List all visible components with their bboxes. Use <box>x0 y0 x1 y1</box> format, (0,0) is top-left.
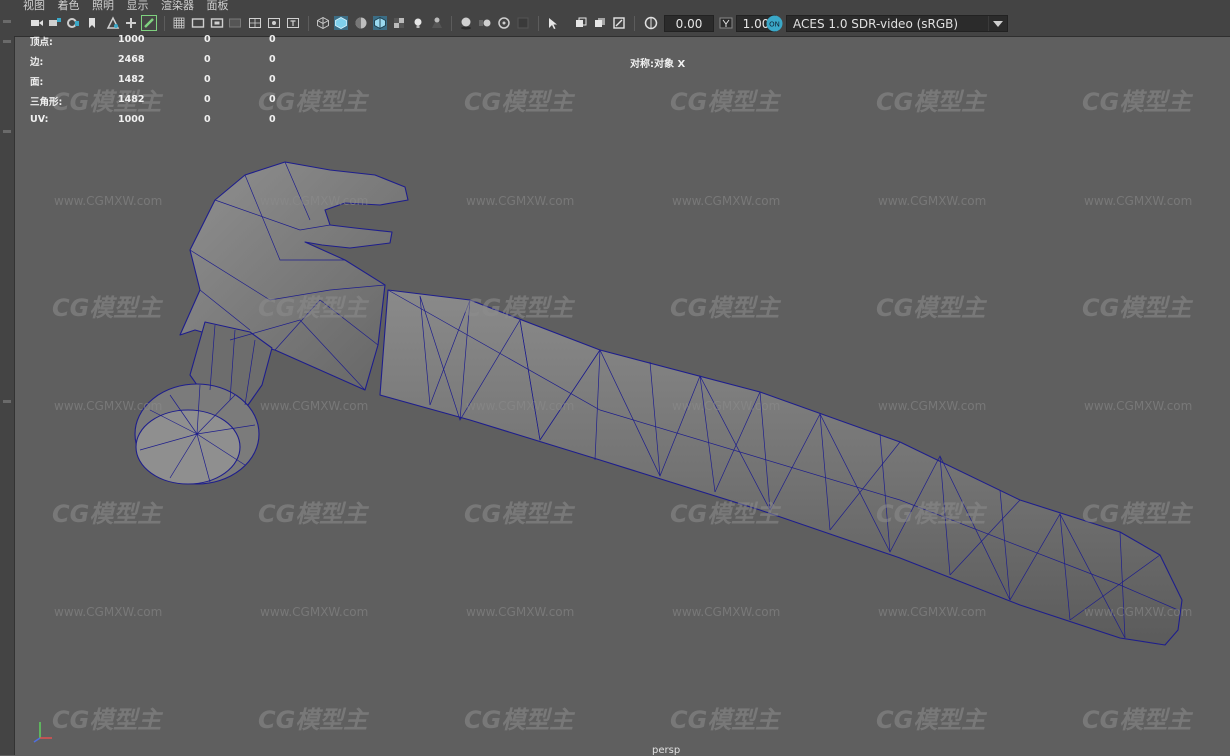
menu-shading[interactable]: 着色 <box>58 0 80 12</box>
menu-show[interactable]: 显示 <box>127 0 149 12</box>
menu-panels[interactable]: 面板 <box>207 0 229 12</box>
hud-label: 三角形: <box>30 97 63 108</box>
film-gate-icon[interactable] <box>191 16 205 30</box>
hud-value: 0 <box>204 34 211 45</box>
toolbar-separator <box>634 16 635 31</box>
wireframe-on-shaded-icon[interactable] <box>373 16 387 30</box>
strip-grip <box>3 20 11 23</box>
image-plane-icon[interactable] <box>106 16 120 30</box>
toolbar-separator <box>451 16 452 31</box>
menu-lighting[interactable]: 照明 <box>92 0 114 12</box>
camera-attributes-icon[interactable] <box>48 16 62 30</box>
use-all-lights-icon[interactable] <box>411 16 425 30</box>
camera-lock-icon[interactable] <box>66 16 80 30</box>
xray-joints-icon[interactable] <box>593 16 607 30</box>
safe-title-icon[interactable] <box>286 16 300 30</box>
hud-value: 1000 <box>118 114 145 125</box>
camera-select-icon[interactable] <box>30 16 44 30</box>
hud-label: 顶点: <box>30 37 53 48</box>
menu-view[interactable]: 视图 <box>23 0 45 12</box>
grease-pencil-icon[interactable] <box>141 15 157 31</box>
hud-value: 0 <box>204 114 211 125</box>
hud-value: 1000 <box>118 34 145 45</box>
hud-row-triangles: 三角形: 1482 0 0 <box>30 94 290 108</box>
hud-value: 0 <box>269 94 276 105</box>
hud-row-edges: 边: 2468 0 0 <box>30 54 290 68</box>
hud-value: 0 <box>269 114 276 125</box>
toolbar-separator <box>164 16 165 31</box>
hud-row-uvs: UV: 1000 0 0 <box>30 114 290 128</box>
xray-icon[interactable] <box>574 16 588 30</box>
isolate-select-icon[interactable] <box>546 16 560 30</box>
hud-value: 0 <box>204 74 211 85</box>
gamma-icon[interactable] <box>719 16 733 30</box>
field-chart-icon[interactable] <box>248 16 262 30</box>
hud-label: UV: <box>30 114 49 125</box>
hud-value: 1482 <box>118 94 145 105</box>
depth-of-field-icon[interactable] <box>516 16 530 30</box>
motion-blur-icon[interactable] <box>478 16 492 30</box>
hammer-mesh[interactable] <box>134 161 1183 646</box>
wireframe-icon[interactable] <box>316 16 330 30</box>
default-material-icon[interactable] <box>354 16 368 30</box>
strip-grip <box>3 130 11 133</box>
symmetry-status: 对称:对象 X <box>630 59 686 70</box>
hud-row-vertices: 顶点: 1000 0 0 <box>30 34 290 48</box>
shadows-icon[interactable] <box>430 16 444 30</box>
svg-text:ON: ON <box>769 21 780 29</box>
hud-value: 0 <box>269 34 276 45</box>
hud-value: 0 <box>204 54 211 65</box>
two-d-pan-icon[interactable] <box>124 16 138 30</box>
hud-label: 边: <box>30 57 44 68</box>
axis-gizmo <box>33 722 52 743</box>
strip-grip <box>3 400 11 403</box>
strip-grip <box>3 40 11 43</box>
viewport-3d[interactable] <box>14 36 1230 755</box>
gate-mask-icon[interactable] <box>228 16 242 30</box>
camera-name: persp <box>652 745 681 756</box>
exposure-field[interactable]: 0.00 <box>664 15 714 32</box>
grid-icon[interactable] <box>172 16 186 30</box>
bookmark-icon[interactable] <box>85 16 99 30</box>
panel-menubar: 视图 着色 照明 显示 渲染器 面板 <box>14 0 1230 12</box>
menu-renderer[interactable]: 渲染器 <box>161 0 194 12</box>
backface-icon[interactable] <box>612 16 626 30</box>
hud-value: 0 <box>269 74 276 85</box>
safe-action-icon[interactable] <box>267 16 281 30</box>
hud-row-faces: 面: 1482 0 0 <box>30 74 290 88</box>
hammer-handle[interactable] <box>379 289 1183 646</box>
smooth-shade-icon[interactable] <box>334 16 348 30</box>
left-shelf-strip <box>0 0 15 755</box>
hud-value: 0 <box>269 54 276 65</box>
hud-value: 2468 <box>118 54 145 65</box>
anti-aliasing-icon[interactable] <box>497 16 511 30</box>
hud-value: 0 <box>204 94 211 105</box>
exposure-icon[interactable] <box>644 16 658 30</box>
hud-label: 面: <box>30 77 44 88</box>
chevron-down-icon[interactable] <box>988 16 1007 31</box>
color-space-dropdown[interactable]: ACES 1.0 SDR-video (sRGB) <box>786 15 1008 32</box>
hud-value: 1482 <box>118 74 145 85</box>
color-management-icon[interactable]: ON <box>766 15 783 32</box>
textured-icon[interactable] <box>392 16 406 30</box>
ambient-occlusion-icon[interactable] <box>459 16 473 30</box>
toolbar-separator <box>308 16 309 31</box>
resolution-gate-icon[interactable] <box>210 16 224 30</box>
toolbar-separator <box>538 16 539 31</box>
color-space-label: ACES 1.0 SDR-video (sRGB) <box>793 17 959 31</box>
